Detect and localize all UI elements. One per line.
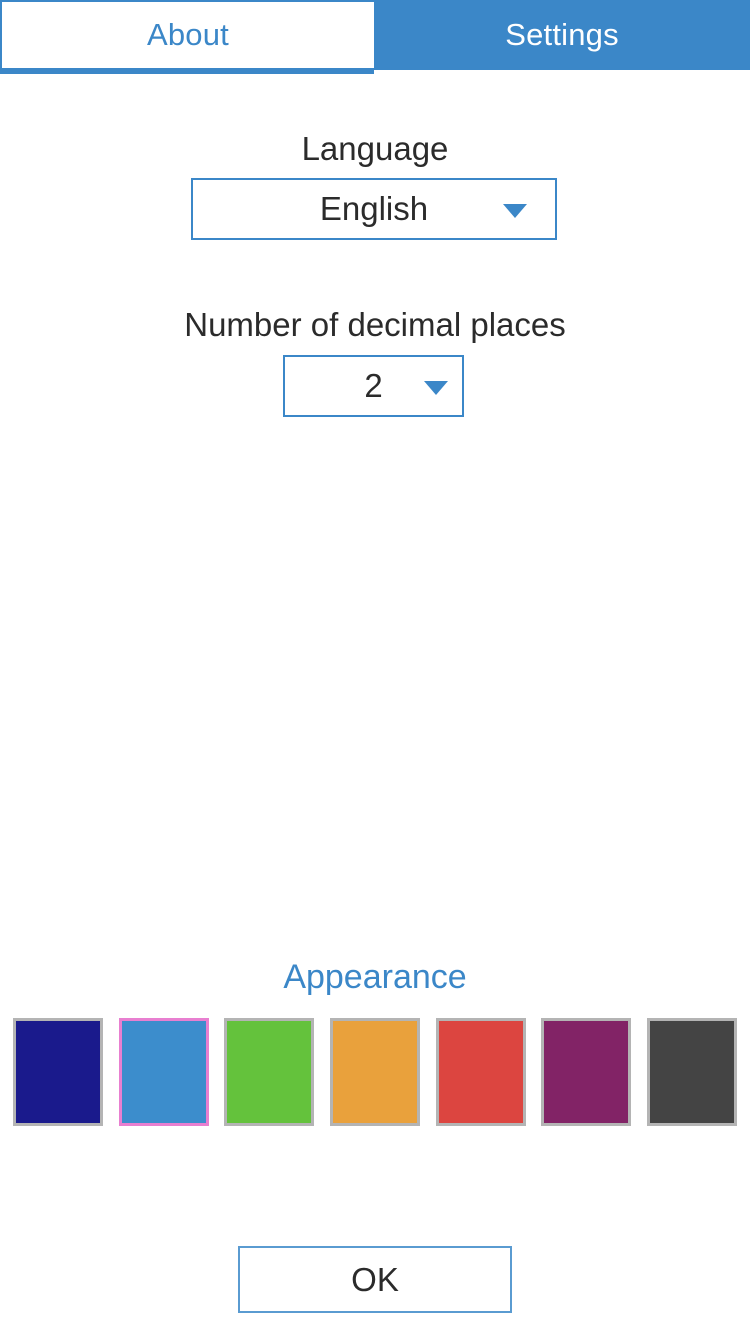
swatch-orange[interactable]: [329, 1018, 420, 1126]
tab-about[interactable]: About: [0, 0, 374, 70]
swatch-green[interactable]: [224, 1018, 315, 1126]
appearance-swatch-row: [13, 1018, 737, 1126]
swatch-dark-gray[interactable]: [646, 1018, 737, 1126]
chevron-down-icon: [503, 204, 527, 218]
chevron-down-icon: [424, 381, 448, 395]
language-dropdown-value: English: [319, 190, 429, 227]
language-label: Language: [301, 130, 449, 167]
decimal-places-dropdown-value: 2: [364, 367, 383, 404]
decimal-places-label: Number of decimal places: [184, 306, 566, 343]
swatch-purple[interactable]: [541, 1018, 632, 1126]
language-dropdown[interactable]: English: [191, 178, 557, 240]
swatch-navy[interactable]: [13, 1018, 103, 1126]
decimal-places-dropdown[interactable]: 2: [283, 355, 464, 417]
tab-settings[interactable]: Settings: [374, 0, 750, 70]
swatch-red[interactable]: [435, 1018, 526, 1126]
appearance-title: Appearance: [283, 958, 467, 996]
ok-button[interactable]: OK: [238, 1246, 512, 1313]
tab-bar: About Settings: [0, 0, 750, 70]
swatch-blue[interactable]: [118, 1018, 209, 1126]
tab-bar-underline: [0, 70, 374, 74]
